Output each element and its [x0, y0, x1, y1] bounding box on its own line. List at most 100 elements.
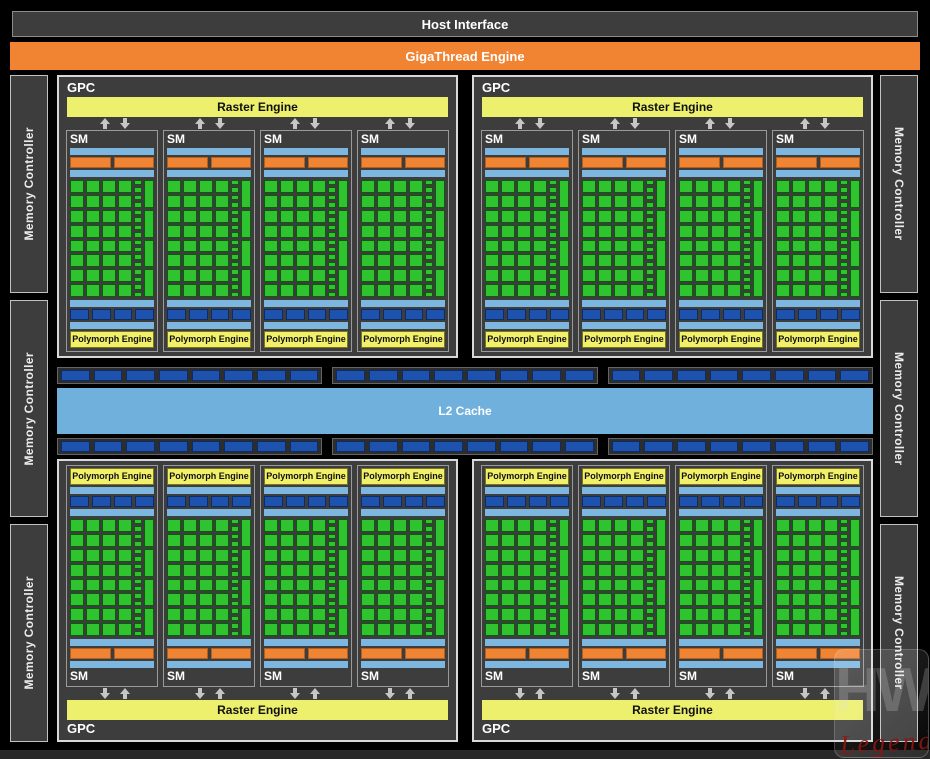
cuda-core: [118, 548, 132, 562]
core-grid: [167, 180, 251, 297]
cuda-core: [776, 269, 790, 283]
sfu-unit: [144, 209, 154, 238]
ldst-unit: [425, 261, 433, 268]
cuda-core: [86, 533, 100, 547]
sfu-column: [850, 180, 860, 297]
cuda-core: [501, 194, 515, 208]
cuda-core: [409, 180, 423, 193]
cuda-core: [312, 593, 326, 607]
sfu-unit: [144, 548, 154, 577]
interconnect-segment: [603, 496, 623, 507]
cuda-core: [808, 254, 822, 268]
ldst-unit: [549, 202, 557, 208]
cuda-core: [361, 284, 375, 297]
cuda-core: [679, 239, 693, 253]
watermark-monogram: HW: [835, 656, 929, 725]
cuda-core: [118, 180, 132, 193]
scheduler-segment: [776, 157, 817, 168]
gpc-block: GPC Raster Engine SM Polymorph Engine SM Poly…: [57, 75, 458, 358]
cuda-core: [393, 533, 407, 547]
interconnect-segment: [679, 309, 698, 320]
cuda-core: [501, 180, 515, 193]
ldst-unit: [743, 254, 751, 260]
ldst-unit: [646, 187, 654, 193]
up-arrow-icon: [534, 688, 545, 699]
cuda-core: [501, 548, 515, 562]
ldst-unit: [425, 578, 433, 584]
cuda-core: [280, 563, 294, 577]
cuda-core: [711, 269, 725, 283]
cuda-core: [727, 194, 741, 208]
cuda-core: [393, 593, 407, 607]
cuda-core: [630, 548, 644, 562]
interconnect-bar: [485, 496, 569, 507]
cuda-core: [485, 593, 499, 607]
interconnect-segment: [485, 496, 504, 507]
ldst-unit: [646, 600, 654, 607]
cuda-core: [102, 224, 116, 238]
cuda-core: [377, 224, 391, 238]
dram-segment: [775, 370, 804, 381]
cuda-core: [792, 284, 806, 297]
sfu-column: [435, 519, 445, 636]
interconnect-segment: [647, 309, 666, 320]
cuda-core: [167, 254, 181, 268]
scheduler-bar: [264, 157, 348, 168]
cuda-core: [377, 209, 391, 223]
l2-cache-label: L2 Cache: [438, 404, 492, 418]
cuda-core: [727, 284, 741, 297]
cuda-core: [808, 563, 822, 577]
cuda-core: [183, 578, 197, 592]
interconnect-segment: [582, 496, 601, 507]
cuda-core: [393, 608, 407, 622]
pipeline-bar: [167, 170, 251, 177]
cuda-core: [215, 224, 229, 238]
cuda-core: [296, 623, 310, 636]
cuda-core: [582, 194, 596, 208]
ldst-unit: [425, 217, 433, 223]
cuda-core: [167, 269, 181, 283]
pipeline-bar: [679, 322, 763, 329]
cuda-core: [183, 209, 197, 223]
ldst-unit: [646, 202, 654, 208]
gpc-label: GPC: [482, 80, 511, 95]
dram-segment: [499, 370, 529, 381]
ldst-unit: [425, 246, 433, 253]
ldst-unit: [231, 254, 239, 260]
core-grid: [582, 180, 666, 297]
cuda-core: [485, 224, 499, 238]
scheduler-segment: [528, 648, 569, 659]
raster-engine: Raster Engine: [482, 700, 863, 720]
scheduler-segment: [528, 157, 569, 168]
core-grid: [485, 519, 569, 636]
ldst-unit: [549, 548, 557, 555]
sfu-column: [435, 180, 445, 297]
cuda-core: [361, 194, 375, 208]
cuda-core: [792, 239, 806, 253]
pipeline-bar: [582, 170, 666, 177]
dram-segment: [644, 441, 673, 452]
ldst-unit: [549, 187, 557, 193]
cuda-core: [824, 224, 838, 238]
cuda-core: [102, 194, 116, 208]
ldst-column: [425, 180, 433, 297]
cuda-core: [215, 548, 229, 562]
pipeline-bar: [679, 661, 763, 668]
cuda-core: [409, 224, 423, 238]
cuda-core: [582, 563, 596, 577]
pipeline-bar: [264, 509, 348, 516]
cuda-core: [118, 224, 132, 238]
sm-block: SM Polymorph Engine: [163, 130, 255, 352]
pipeline-bar: [361, 661, 445, 668]
cuda-core: [501, 209, 515, 223]
ldst-column: [646, 519, 654, 636]
cuda-core: [808, 224, 822, 238]
ldst-unit: [840, 608, 848, 614]
pipeline-bar: [776, 487, 860, 494]
cuda-core: [361, 608, 375, 622]
cuda-core: [199, 519, 213, 532]
core-array: [485, 519, 547, 636]
ldst-unit: [743, 541, 751, 547]
ldst-unit: [231, 563, 239, 570]
interconnect-segment: [135, 496, 154, 507]
